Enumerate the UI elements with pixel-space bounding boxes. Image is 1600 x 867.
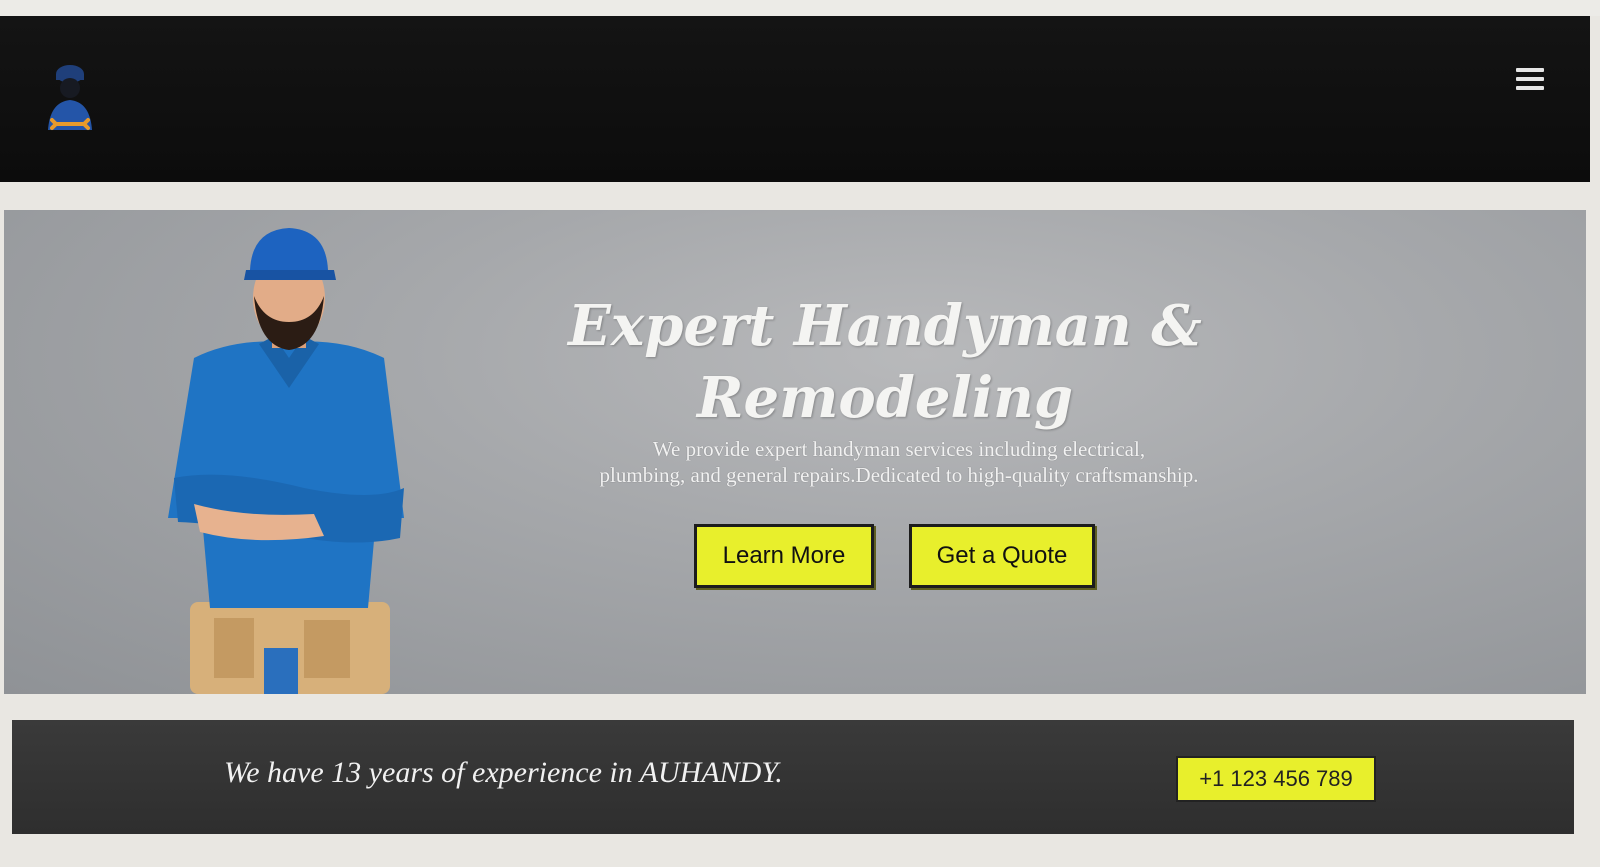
menu-bar [1516, 86, 1544, 90]
hamburger-menu-icon[interactable] [1516, 68, 1544, 94]
menu-bar [1516, 77, 1544, 81]
hero-subtitle-line1: We provide expert handyman services incl… [652, 437, 1146, 461]
hero-section: Expert Handyman & Remodeling We provide … [4, 210, 1586, 694]
hero-subtitle: We provide expert handyman services incl… [544, 436, 1254, 488]
top-strip [0, 0, 1600, 16]
experience-band: We have 13 years of experience in AUHAND… [12, 720, 1574, 834]
menu-bar [1516, 68, 1544, 72]
get-quote-button[interactable]: Get a Quote [909, 524, 1095, 588]
hero-title: Expert Handyman & Remodeling [4, 290, 1586, 434]
hero-subtitle-line2: plumbing, and general repairs.Dedicated … [599, 463, 1199, 487]
site-header [0, 16, 1590, 182]
experience-text: We have 13 years of experience in AUHAND… [224, 756, 783, 789]
handyman-logo-icon[interactable] [40, 60, 104, 148]
phone-button[interactable]: +1 123 456 789 [1176, 756, 1376, 802]
hero-title-line1: Expert Handyman & [568, 293, 1202, 359]
learn-more-button[interactable]: Learn More [694, 524, 874, 588]
hero-title-line2: Remodeling [697, 365, 1073, 431]
